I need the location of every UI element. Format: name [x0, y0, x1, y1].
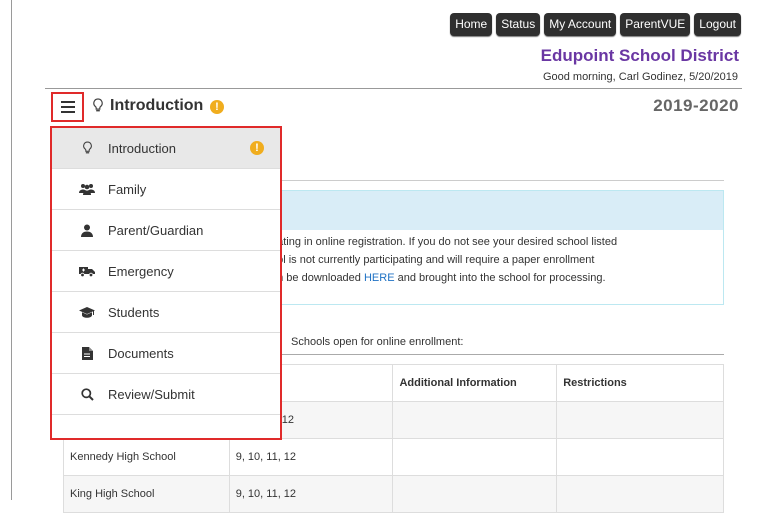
info-line-1: pating in online registration. If you do…: [271, 236, 618, 248]
menu-item-emergency[interactable]: Emergency: [52, 251, 280, 292]
graduation-cap-icon: [78, 306, 96, 318]
window-border: [11, 0, 12, 500]
parentvue-button[interactable]: ParentVUE: [620, 13, 691, 36]
menu-item-label: Documents: [108, 345, 174, 361]
menu-item-review-submit[interactable]: Review/Submit: [52, 374, 280, 415]
schools-label: Schools open for online enrollment:: [291, 336, 464, 348]
menu-item-label: Parent/Guardian: [108, 222, 204, 238]
menu-item-students[interactable]: Students: [52, 292, 280, 333]
menu-item-label: Students: [108, 304, 160, 320]
table-cell: [556, 438, 724, 476]
table-cell: [556, 401, 724, 439]
column-header-additional-info: Additional Information: [392, 364, 558, 402]
table-row: Kennedy High School 9, 10, 11, 12: [63, 438, 724, 476]
info-box: pating in online registration. If you do…: [270, 229, 724, 305]
table-cell: [556, 475, 724, 513]
table-cell: 9, 10, 11, 12: [228, 475, 394, 513]
section-divider: [280, 180, 724, 181]
search-icon: [78, 387, 96, 401]
ambulance-icon: [78, 265, 96, 277]
menu-item-label: Family: [108, 181, 147, 197]
menu-item-label: Introduction: [108, 140, 176, 156]
info-line-3: an be downloaded HERE and brought into t…: [271, 272, 606, 284]
my-account-button[interactable]: My Account: [544, 13, 617, 36]
header-divider: [45, 88, 742, 89]
menu-item-label: Review/Submit: [108, 386, 195, 402]
logout-button[interactable]: Logout: [694, 13, 741, 36]
hamburger-icon: [60, 100, 75, 115]
lightbulb-icon: [92, 98, 104, 118]
status-button[interactable]: Status: [496, 13, 541, 36]
page-title: Introduction: [110, 97, 204, 114]
user-icon: [78, 224, 96, 237]
info-line-2: ool is not currently participating and w…: [271, 254, 595, 266]
table-cell: 9, 10, 11, 12: [228, 438, 394, 476]
navigation-menu: Introduction ! Family Parent/Guardian Em…: [50, 126, 282, 440]
table-cell: [392, 401, 558, 439]
menu-item-documents[interactable]: Documents: [52, 333, 280, 374]
schools-divider: [280, 354, 724, 355]
table-cell: King High School: [63, 475, 230, 513]
district-name: Edupoint School District: [540, 46, 739, 65]
column-header-restrictions: Restrictions: [556, 364, 724, 402]
table-cell: [392, 438, 558, 476]
warning-icon: !: [250, 141, 264, 155]
menu-item-parent-guardian[interactable]: Parent/Guardian: [52, 210, 280, 251]
document-icon: [78, 346, 96, 360]
greeting-text: Good morning, Carl Godinez, 5/20/2019: [542, 71, 738, 83]
lightbulb-icon: [78, 141, 96, 155]
menu-item-introduction[interactable]: Introduction !: [52, 128, 280, 169]
alert-banner: [270, 190, 724, 230]
menu-item-family[interactable]: Family: [52, 169, 280, 210]
home-button[interactable]: Home: [450, 13, 493, 36]
warning-icon: !: [210, 100, 224, 114]
school-year: 2019-2020: [653, 96, 739, 115]
menu-item-label: Emergency: [108, 263, 174, 279]
table-row: King High School 9, 10, 11, 12: [63, 475, 724, 513]
download-link[interactable]: HERE: [364, 272, 395, 284]
table-cell: [392, 475, 558, 513]
top-navigation: Home Status My Account ParentVUE Logout: [450, 13, 741, 36]
menu-toggle-button[interactable]: [51, 92, 84, 122]
users-icon: [78, 183, 96, 195]
table-cell: Kennedy High School: [63, 438, 230, 476]
